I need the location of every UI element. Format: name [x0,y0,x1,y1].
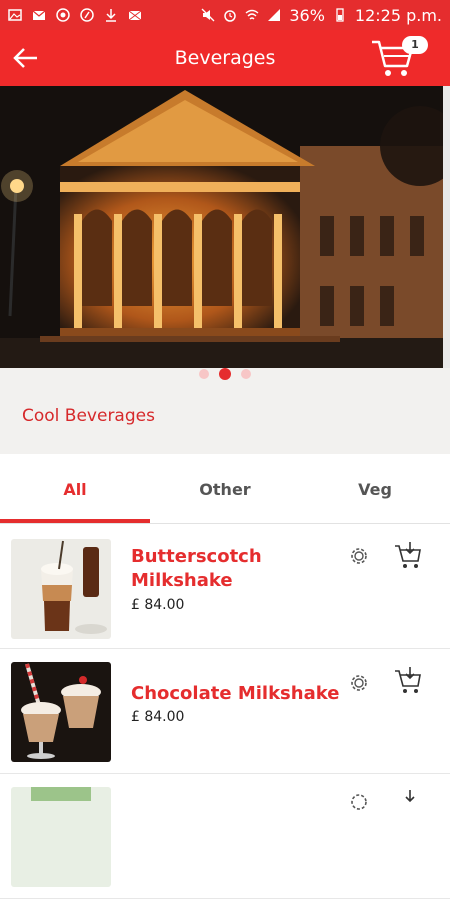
add-to-cart-icon[interactable] [394,541,422,569]
status-bar: 36% 12:25 p.m. [0,0,450,30]
banner-pager [0,368,450,380]
filter-tabs: All Other Veg [0,454,450,524]
signal-icon [268,9,281,21]
item-price: £ 84.00 [131,597,185,613]
music-icon [80,8,94,22]
pager-dot-active[interactable] [219,368,231,380]
system-indicators: 36% 12:25 p.m. [201,6,442,25]
clock: 12:25 p.m. [354,5,442,25]
item-image [11,662,111,762]
mail-icon [32,10,46,20]
gallery-icon [8,9,22,21]
battery-percent: 36% [289,5,325,25]
envelope-icon [128,10,142,21]
battery-icon [336,8,344,22]
cart-button[interactable]: 1 [370,36,428,80]
category-name: Cool Beverages [22,406,155,426]
category-header: Cool Beverages [0,380,450,454]
item-image [11,539,111,639]
customize-icon[interactable] [348,791,370,813]
item-name: Chocolate Milkshake [131,683,340,704]
cart-count-badge: 1 [402,36,428,54]
app-notification-icon [56,8,70,22]
customize-icon[interactable] [348,672,370,694]
notification-icons [8,8,142,22]
tab-all[interactable]: All [0,454,150,524]
mute-icon [201,8,215,22]
pager-dot[interactable] [241,369,251,379]
add-to-cart-icon[interactable] [394,666,422,694]
list-item[interactable]: Butterscotch Milkshake £ 84.00 [0,525,450,649]
item-name: Butterscotch Milkshake [131,546,262,591]
banner-image[interactable] [0,86,450,368]
list-item[interactable] [0,775,450,899]
download-icon [106,9,116,22]
list-item[interactable]: Chocolate Milkshake £ 84.00 [0,650,450,774]
item-price: £ 84.00 [131,709,185,725]
pager-dot[interactable] [199,369,209,379]
app-bar: Beverages 1 [0,30,450,86]
item-image [11,787,111,887]
tab-other[interactable]: Other [150,454,300,524]
active-tab-indicator [0,519,150,523]
building-photo [0,86,450,368]
alarm-icon [224,10,237,22]
add-to-cart-icon[interactable] [394,789,422,817]
tab-veg[interactable]: Veg [300,454,450,524]
wifi-icon [245,9,259,20]
customize-icon[interactable] [348,545,370,567]
